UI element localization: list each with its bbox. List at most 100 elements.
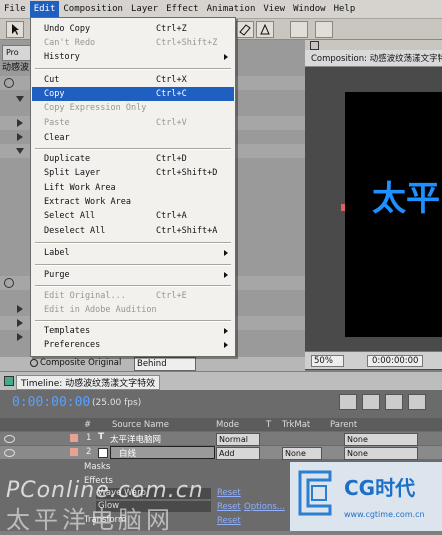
menu-item-lift-work-area[interactable]: Lift Work Area (32, 181, 234, 195)
comp-timecode[interactable]: 0:00:00:00 (367, 355, 424, 367)
menu-layer[interactable]: Layer (127, 1, 162, 17)
stopwatch-icon[interactable] (4, 78, 14, 88)
expand-icon[interactable] (16, 148, 24, 154)
timeline-timecode[interactable]: 0:00:00:00 (12, 395, 90, 410)
menu-separator (35, 68, 231, 70)
menu-item-cut[interactable]: Cut Ctrl+X (32, 73, 234, 87)
collapse-icon[interactable] (17, 333, 23, 341)
visibility-eye-icon[interactable] (4, 449, 15, 457)
menu-item-purge[interactable]: Purge (32, 268, 234, 282)
submenu-arrow-icon (224, 250, 228, 256)
layer-mode-select[interactable]: Normal (216, 433, 260, 446)
col-number: # (84, 420, 92, 430)
stopwatch-icon[interactable] (4, 278, 14, 288)
layer-number: 2 (86, 447, 92, 457)
col-parent: Parent (330, 420, 358, 430)
timeline-fps: (25.00 fps) (92, 398, 142, 408)
composition-panel-header (305, 40, 442, 50)
menu-separator (35, 320, 231, 322)
reset-wave-warp-link[interactable]: Reset (217, 488, 241, 498)
menu-item-clear[interactable]: Clear (32, 131, 234, 145)
visibility-eye-icon[interactable] (4, 435, 15, 443)
timeline-icon (4, 376, 14, 386)
col-t: T (266, 420, 272, 430)
collapse-icon[interactable] (17, 119, 23, 127)
reset-glow-link[interactable]: Reset (217, 502, 241, 512)
menu-animation[interactable]: Animation (203, 1, 260, 17)
col-mode: Mode (216, 420, 240, 430)
menu-item-split-layer[interactable]: Split Layer Ctrl+Shift+D (32, 166, 234, 180)
cgtime-brand: CG时代 (344, 476, 416, 500)
menu-help[interactable]: Help (330, 1, 360, 17)
submenu-arrow-icon (224, 328, 228, 334)
layer-trkmat-select[interactable]: None (282, 447, 322, 460)
menu-view[interactable]: View (259, 1, 289, 17)
menu-item-paste: Paste Ctrl+V (44, 118, 187, 128)
col-trkmat: TrkMat (282, 420, 311, 430)
menu-effect[interactable]: Effect (162, 1, 203, 17)
menu-item-extract-work-area[interactable]: Extract Work Area (32, 195, 234, 209)
composite-option-row: Composite Original Behind (0, 357, 305, 371)
timeline-tab-title[interactable]: Timeline: 动感波纹荡漾文字特效 (16, 375, 161, 390)
menu-item-edit-original: Edit Original... Ctrl+E (44, 291, 187, 301)
menu-item-label[interactable]: Label (32, 246, 234, 260)
submenu-arrow-icon (224, 342, 228, 348)
label-color-swatch[interactable] (70, 434, 78, 442)
collapse-icon[interactable] (17, 133, 23, 141)
anchor-marker (341, 204, 345, 211)
composition-footer: 50% 0:00:00:00 (305, 351, 442, 369)
glow-options-link[interactable]: Options... (244, 502, 285, 512)
menu-item-history[interactable]: History (32, 50, 234, 64)
label-color-swatch[interactable] (70, 448, 78, 456)
menu-composition[interactable]: Composition (59, 1, 127, 17)
snap-icon[interactable] (315, 21, 333, 38)
reset-transform-link[interactable]: Reset (217, 516, 241, 526)
layer-parent-select[interactable]: None (344, 433, 418, 446)
menu-separator (35, 264, 231, 266)
text-layer-icon: T (98, 432, 105, 442)
zoom-select[interactable]: 50% (311, 355, 344, 367)
masks-group[interactable]: Masks (84, 462, 110, 472)
menu-item-deselect-all[interactable]: Deselect All Ctrl+Shift+A (32, 224, 234, 238)
menu-item-copy[interactable]: Copy Ctrl+C (32, 87, 234, 101)
collapse-icon[interactable] (17, 305, 23, 313)
menu-file[interactable]: File (0, 1, 30, 17)
menu-item-preferences[interactable]: Preferences (32, 338, 234, 352)
composite-mode-select[interactable]: Behind (134, 357, 196, 371)
layer-source-name[interactable]: 白线 (110, 446, 215, 459)
menu-item-redo: Can't Redo Ctrl+Shift+Z (44, 38, 218, 48)
menu-item-edit-in-audition: Edit in Adobe Audition (44, 305, 157, 315)
submenu-arrow-icon (224, 54, 228, 60)
menu-item-select-all[interactable]: Select All Ctrl+A (32, 209, 234, 223)
expand-icon[interactable] (16, 96, 24, 102)
cgtime-watermark: CG时代 www.cgtime.com.cn (290, 462, 442, 531)
layer-row[interactable]: 2 白线 Add None None (0, 446, 442, 460)
layer-mode-select[interactable]: Add (216, 447, 260, 460)
comp-flowchart-icon[interactable] (339, 394, 357, 410)
edit-menu: Undo Copy Ctrl+Z Can't Redo Ctrl+Shift+Z H… (30, 17, 236, 357)
layer-number: 1 (86, 433, 92, 443)
collapse-icon[interactable] (17, 319, 23, 327)
menu-edit[interactable]: Edit (29, 1, 60, 17)
frame-blending-icon[interactable] (408, 394, 426, 410)
menu-item-templates[interactable]: Templates (32, 324, 234, 338)
menu-item-undo-copy[interactable]: Undo Copy Ctrl+Z (32, 22, 234, 36)
layer-parent-select[interactable]: None (344, 447, 418, 460)
shy-layers-icon[interactable] (385, 394, 403, 410)
menu-window[interactable]: Window (289, 1, 330, 17)
menu-separator (35, 285, 231, 287)
pen-tool-icon[interactable] (256, 21, 274, 38)
selection-tool-icon[interactable] (6, 21, 24, 38)
menu-separator (35, 148, 231, 150)
menu-item-copy-expression: Copy Expression Only (44, 103, 147, 113)
composition-tab[interactable]: Composition: 动感波纹荡漾文字特效 (305, 50, 442, 67)
layer-source-name[interactable]: 太平洋电脑网 (110, 433, 161, 445)
workspace-toggle-icon[interactable] (290, 21, 308, 38)
layer-row[interactable]: 1 T 太平洋电脑网 Normal None (0, 432, 442, 446)
lock-icon[interactable] (310, 41, 319, 50)
radio-icon[interactable] (30, 359, 38, 367)
draft-3d-icon[interactable] (362, 394, 380, 410)
col-source-name: Source Name (112, 420, 169, 430)
menu-item-duplicate[interactable]: Duplicate Ctrl+D (32, 152, 234, 166)
eraser-tool-icon[interactable] (236, 21, 254, 38)
